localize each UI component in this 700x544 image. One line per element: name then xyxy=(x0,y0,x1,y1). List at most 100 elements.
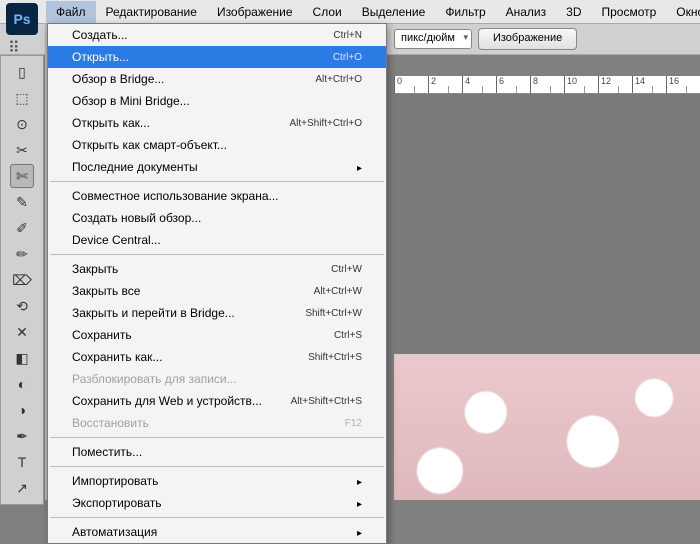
menu-item-label: Сохранить xyxy=(72,328,132,342)
canvas-area xyxy=(394,94,700,500)
marquee-tool[interactable]: ⬚ xyxy=(10,86,34,110)
lasso-tool[interactable]: ⊙ xyxy=(10,112,34,136)
dodge-tool[interactable]: ◑ xyxy=(10,398,34,422)
menu-separator xyxy=(50,437,384,438)
menu-item[interactable]: Экспортировать xyxy=(48,492,386,514)
menu-окно[interactable]: Окно xyxy=(666,1,700,23)
menu-item[interactable]: Обзор в Bridge... Alt+Ctrl+O xyxy=(48,68,386,90)
menu-item[interactable]: Совместное использование экрана... xyxy=(48,185,386,207)
menu-item-label: Обзор в Bridge... xyxy=(72,72,164,86)
menu-item[interactable]: Закрыть Ctrl+W xyxy=(48,258,386,280)
menu-item-shortcut: Alt+Ctrl+W xyxy=(314,286,362,297)
menu-выделение[interactable]: Выделение xyxy=(352,1,436,23)
menu-item-label: Разблокировать для записи... xyxy=(72,372,237,386)
menu-item[interactable]: Device Central... xyxy=(48,229,386,251)
menu-редактирование[interactable]: Редактирование xyxy=(96,1,207,23)
path-tool[interactable]: ↗ xyxy=(10,476,34,500)
menu-item[interactable]: Обзор в Mini Bridge... xyxy=(48,90,386,112)
submenu-arrow-icon xyxy=(357,496,362,510)
ruler-tick: 16 xyxy=(666,76,700,93)
menu-item[interactable]: Открыть как смарт-объект... xyxy=(48,134,386,156)
menu-item-label: Открыть... xyxy=(72,50,129,64)
menu-item-shortcut: Ctrl+S xyxy=(334,330,362,341)
eyedropper-tool[interactable]: ✎ xyxy=(10,190,34,214)
type-tool[interactable]: T xyxy=(10,450,34,474)
gradient-tool[interactable]: ◧ xyxy=(10,346,34,370)
menu-item: Разблокировать для записи... xyxy=(48,368,386,390)
menu-item-label: Импортировать xyxy=(72,474,158,488)
submenu-arrow-icon xyxy=(357,474,362,488)
units-select[interactable]: пикс/дюйм xyxy=(394,29,472,49)
ruler-tick: 4 xyxy=(462,76,496,93)
pen-tool[interactable]: ✒ xyxy=(10,424,34,448)
ruler-tick: 2 xyxy=(428,76,462,93)
eraser-tool[interactable]: ✕ xyxy=(10,320,34,344)
menu-item-label: Открыть как смарт-объект... xyxy=(72,138,227,152)
menu-item-label: Совместное использование экрана... xyxy=(72,189,279,203)
menu-item-label: Закрыть и перейти в Bridge... xyxy=(72,306,235,320)
menu-item-shortcut: Alt+Shift+Ctrl+S xyxy=(291,396,362,407)
menu-слои[interactable]: Слои xyxy=(303,1,352,23)
menu-separator xyxy=(50,517,384,518)
menu-item-shortcut: Alt+Ctrl+O xyxy=(315,74,362,85)
menu-item-label: Сохранить для Web и устройств... xyxy=(72,394,262,408)
ruler-tick: 6 xyxy=(496,76,530,93)
ruler-tick: 8 xyxy=(530,76,564,93)
document-image xyxy=(394,354,700,500)
menu-item-label: Device Central... xyxy=(72,233,161,247)
menu-item[interactable]: Открыть как... Alt+Shift+Ctrl+O xyxy=(48,112,386,134)
stamp-tool[interactable]: ⌦ xyxy=(10,268,34,292)
menu-item-label: Создать новый обзор... xyxy=(72,211,201,225)
ruler-tick: 10 xyxy=(564,76,598,93)
ruler-tick: 0 xyxy=(394,76,428,93)
ruler-tick: 14 xyxy=(632,76,666,93)
menu-item-label: Закрыть все xyxy=(72,284,140,298)
menu-item-label: Поместить... xyxy=(72,445,142,459)
menu-item[interactable]: Закрыть и перейти в Bridge...Shift+Ctrl+… xyxy=(48,302,386,324)
brush-tool[interactable]: ✏ xyxy=(10,242,34,266)
app-logo: Ps xyxy=(6,3,38,35)
menu-item-label: Сохранить как... xyxy=(72,350,162,364)
menu-item[interactable]: Закрыть все Alt+Ctrl+W xyxy=(48,280,386,302)
menu-item-label: Открыть как... xyxy=(72,116,150,130)
menu-item[interactable]: Последние документы xyxy=(48,156,386,178)
image-button[interactable]: Изображение xyxy=(478,28,577,50)
menu-item-label: Создать... xyxy=(72,28,128,42)
menu-item-label: Закрыть xyxy=(72,262,118,276)
menu-item-shortcut: Alt+Shift+Ctrl+O xyxy=(289,118,362,129)
submenu-arrow-icon xyxy=(357,160,362,174)
menu-item[interactable]: Импортировать xyxy=(48,470,386,492)
menu-item-label: Обзор в Mini Bridge... xyxy=(72,94,190,108)
crop-tool[interactable]: ✄ xyxy=(10,164,34,188)
quick-select-tool[interactable]: ✂ xyxy=(10,138,34,162)
menu-item-shortcut: Shift+Ctrl+S xyxy=(308,352,362,363)
menu-item[interactable]: Поместить... xyxy=(48,441,386,463)
move-tool[interactable]: ▯ xyxy=(10,60,34,84)
menu-файл[interactable]: Файл xyxy=(46,1,96,23)
menu-item[interactable]: Создать новый обзор... xyxy=(48,207,386,229)
menu-item[interactable]: Сохранить как... Shift+Ctrl+S xyxy=(48,346,386,368)
menu-item-shortcut: F12 xyxy=(345,418,362,429)
menu-изображение[interactable]: Изображение xyxy=(207,1,303,23)
menu-анализ[interactable]: Анализ xyxy=(496,1,557,23)
menu-item[interactable]: Открыть...Ctrl+O xyxy=(48,46,386,68)
menu-item-label: Последние документы xyxy=(72,160,198,174)
history-brush-tool[interactable]: ⟲ xyxy=(10,294,34,318)
menu-item[interactable]: Сохранить для Web и устройств... Alt+Shif… xyxy=(48,390,386,412)
menu-separator xyxy=(50,181,384,182)
menu-фильтр[interactable]: Фильтр xyxy=(435,1,495,23)
healing-tool[interactable]: ✐ xyxy=(10,216,34,240)
menu-separator xyxy=(50,466,384,467)
menu-item[interactable]: Автоматизация xyxy=(48,521,386,543)
menu-item-label: Восстановить xyxy=(72,416,149,430)
file-menu-dropdown: Создать...Ctrl+NОткрыть...Ctrl+OОбзор в … xyxy=(47,23,387,544)
menu-item[interactable]: Сохранить Ctrl+S xyxy=(48,324,386,346)
submenu-arrow-icon xyxy=(357,525,362,539)
menu-item[interactable]: Создать...Ctrl+N xyxy=(48,24,386,46)
menubar: ФайлРедактированиеИзображениеСлоиВыделен… xyxy=(0,0,700,23)
ruler-tick: 12 xyxy=(598,76,632,93)
menu-item-shortcut: Ctrl+W xyxy=(331,264,362,275)
menu-3d[interactable]: 3D xyxy=(556,1,591,23)
menu-просмотр[interactable]: Просмотр xyxy=(591,1,666,23)
blur-tool[interactable]: ◐ xyxy=(10,372,34,396)
